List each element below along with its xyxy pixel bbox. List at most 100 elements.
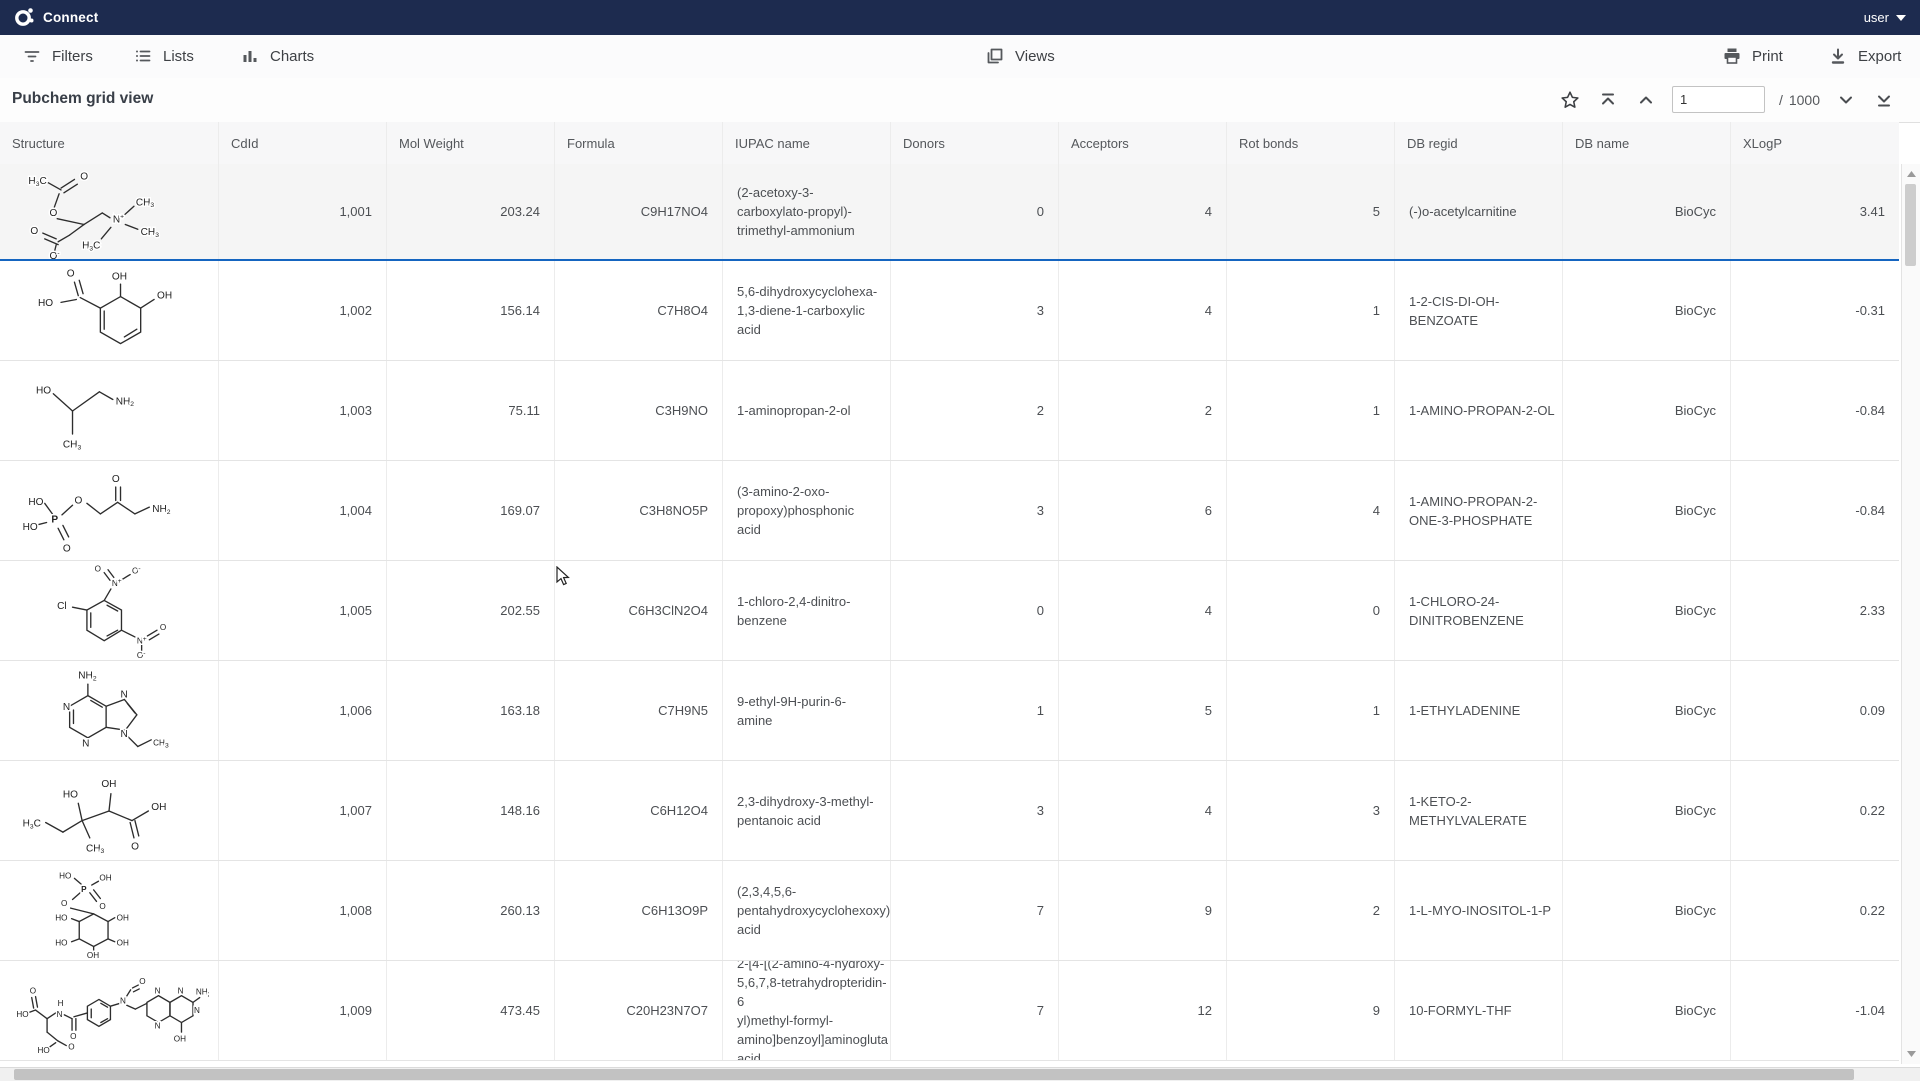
- svg-text:P: P: [51, 514, 58, 525]
- print-icon: [1722, 46, 1742, 66]
- bar-chart-icon: [240, 46, 260, 66]
- svg-text:HO: HO: [28, 497, 43, 508]
- table-row[interactable]: HOHO P OO O NH2 1,004 169.07 C3H8NO5P (3…: [0, 461, 1899, 561]
- db-name-cell: BioCyc: [1563, 164, 1731, 259]
- svg-text:HO: HO: [16, 1009, 28, 1018]
- column-header-cdid[interactable]: CdId: [219, 122, 387, 164]
- iupac-cell: 1-chloro-2,4-dinitro- benzene: [723, 561, 891, 660]
- main-toolbar: Filters Lists Charts Views Print Export: [0, 35, 1920, 79]
- acceptors-cell: 2: [1059, 361, 1227, 460]
- svg-text:H3C: H3C: [23, 818, 41, 830]
- table-row[interactable]: Cl N+ OO- N+ OO- 1,005 202.55 C6H3ClN2O4…: [0, 561, 1899, 661]
- acceptors-cell: 9: [1059, 861, 1227, 960]
- svg-text:HO: HO: [63, 789, 78, 800]
- table-row[interactable]: OHO OHOH 1,002 156.14 C7H8O4 5,6-dihydro…: [0, 261, 1899, 361]
- acceptors-cell: 4: [1059, 561, 1227, 660]
- horizontal-scrollbar[interactable]: [0, 1067, 1920, 1081]
- db-name-cell: BioCyc: [1563, 361, 1731, 460]
- table-row[interactable]: H3C HOOH CH3 OOH 1,007 148.16 C6H12O4 2,…: [0, 761, 1899, 861]
- column-header-xlogp[interactable]: XLogP: [1731, 122, 1899, 164]
- svg-text:CH3: CH3: [136, 197, 155, 209]
- svg-text:O-: O-: [50, 250, 60, 259]
- column-header-structure[interactable]: Structure: [0, 122, 219, 164]
- views-icon: [985, 46, 1005, 66]
- svg-text:O: O: [99, 902, 105, 911]
- formula-cell: C6H13O9P: [555, 861, 723, 960]
- iupac-cell: (2-acetoxy-3- carboxylato-propyl)- trime…: [723, 164, 891, 259]
- favorite-star-icon[interactable]: [1558, 88, 1582, 112]
- svg-text:N: N: [57, 1009, 63, 1018]
- print-button[interactable]: Print: [1722, 35, 1783, 77]
- export-button[interactable]: Export: [1828, 35, 1901, 77]
- column-header-acceptors[interactable]: Acceptors: [1059, 122, 1227, 164]
- rot-bonds-cell: 1: [1227, 361, 1395, 460]
- cdid-cell: 1,008: [219, 861, 387, 960]
- table-row[interactable]: HO NH2 CH3 1,003 75.11 C3H9NO 1-aminopro…: [0, 361, 1899, 461]
- column-header-mol-weight[interactable]: Mol Weight: [387, 122, 555, 164]
- filter-icon: [22, 46, 42, 66]
- svg-text:CH3: CH3: [153, 738, 169, 749]
- acceptors-cell: 6: [1059, 461, 1227, 560]
- charts-label: Charts: [270, 48, 314, 65]
- download-icon: [1828, 46, 1848, 66]
- structure-cell: OHO OHOH: [0, 261, 219, 360]
- vertical-scrollbar[interactable]: [1901, 164, 1920, 1064]
- molecule-dihydroxy-methylpentanoate: H3C HOOH CH3 OOH: [13, 763, 205, 859]
- first-record-button[interactable]: [1596, 88, 1620, 112]
- cdid-cell: 1,001: [219, 164, 387, 259]
- svg-text:O: O: [80, 171, 88, 182]
- svg-text:Cl: Cl: [57, 601, 67, 612]
- molecule-acetylcarnitine: H3C OO N+ CH3 CH3 H3C OO-: [13, 165, 205, 259]
- views-label: Views: [1015, 48, 1055, 65]
- column-header-rot-bonds[interactable]: Rot bonds: [1227, 122, 1395, 164]
- mol-weight-cell: 260.13: [387, 861, 555, 960]
- next-record-button[interactable]: [1834, 88, 1858, 112]
- column-header-formula[interactable]: Formula: [555, 122, 723, 164]
- record-total: / 1000: [1779, 92, 1820, 108]
- svg-text:OH: OH: [112, 271, 127, 282]
- table-row[interactable]: HOOH P OO OHOH OH HOHO 1,008 260.13 C6H1…: [0, 861, 1899, 961]
- vertical-scrollbar-thumb[interactable]: [1905, 184, 1916, 266]
- column-header-db-name[interactable]: DB name: [1563, 122, 1731, 164]
- horizontal-scrollbar-thumb[interactable]: [14, 1069, 1854, 1080]
- views-button[interactable]: Views: [985, 35, 1055, 77]
- table-row[interactable]: H3C OO N+ CH3 CH3 H3C OO- 1,001 203.24 C…: [0, 164, 1899, 261]
- donors-cell: 3: [891, 761, 1059, 860]
- view-header: Pubchem grid view / 1000: [0, 78, 1920, 123]
- lists-button[interactable]: Lists: [133, 35, 194, 77]
- svg-text:N: N: [155, 1021, 161, 1030]
- svg-text:O: O: [30, 986, 36, 995]
- column-header-donors[interactable]: Donors: [891, 122, 1059, 164]
- record-number-input[interactable]: [1672, 86, 1765, 113]
- user-menu[interactable]: user: [1864, 0, 1906, 35]
- table-row[interactable]: NH2 NN NN CH3 1,006 163.18 C7H9N5 9-ethy…: [0, 661, 1899, 761]
- user-menu-label: user: [1864, 10, 1889, 25]
- svg-text:OH: OH: [157, 290, 172, 301]
- xlogp-cell: -0.84: [1731, 361, 1899, 460]
- previous-record-button[interactable]: [1634, 88, 1658, 112]
- db-regid-cell: 10-FORMYL-THF: [1395, 961, 1563, 1060]
- svg-text:HO: HO: [55, 938, 67, 947]
- mol-weight-cell: 148.16: [387, 761, 555, 860]
- cdid-cell: 1,005: [219, 561, 387, 660]
- xlogp-cell: -0.84: [1731, 461, 1899, 560]
- filters-button[interactable]: Filters: [22, 35, 93, 77]
- scroll-down-arrow[interactable]: [1902, 1046, 1920, 1062]
- column-header-db-regid[interactable]: DB regid: [1395, 122, 1563, 164]
- mol-weight-cell: 163.18: [387, 661, 555, 760]
- xlogp-cell: 3.41: [1731, 164, 1899, 259]
- table-body: H3C OO N+ CH3 CH3 H3C OO- 1,001 203.24 C…: [0, 164, 1899, 1067]
- mol-weight-cell: 75.11: [387, 361, 555, 460]
- charts-button[interactable]: Charts: [240, 35, 314, 77]
- db-regid-cell: 1-2-CIS-DI-OH- BENZOATE: [1395, 261, 1563, 360]
- last-record-button[interactable]: [1872, 88, 1896, 112]
- db-regid-cell: (-)o-acetylcarnitine: [1395, 164, 1563, 259]
- table-row[interactable]: HOO OHO NH O N O NN NN NH2 OH 1,009 473.…: [0, 961, 1899, 1061]
- scroll-up-arrow[interactable]: [1902, 166, 1920, 182]
- svg-text:NH2: NH2: [152, 503, 171, 515]
- molecule-formyl-thf: HOO OHO NH O N O NN NN NH2 OH: [9, 963, 209, 1059]
- svg-text:O: O: [61, 899, 67, 908]
- svg-text:N+: N+: [137, 635, 147, 645]
- cdid-cell: 1,002: [219, 261, 387, 360]
- column-header-iupac[interactable]: IUPAC name: [723, 122, 891, 164]
